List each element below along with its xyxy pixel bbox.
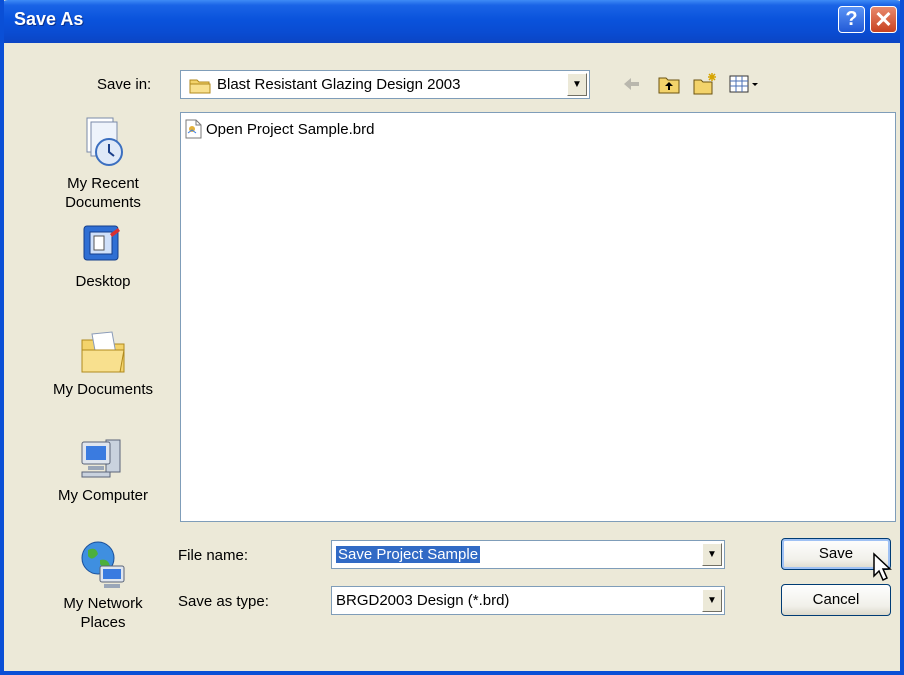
title-bar[interactable]: Save As ? ✕: [4, 0, 900, 43]
view-menu-icon[interactable]: [728, 72, 760, 96]
mouse-cursor-icon: [873, 552, 892, 582]
save-as-type-label: Save as type:: [178, 593, 269, 610]
place-label: My Documents: [52, 381, 154, 398]
chevron-down-icon[interactable]: ▼: [702, 543, 722, 566]
list-item[interactable]: Open Project Sample.brd: [185, 119, 374, 139]
close-button[interactable]: ✕: [870, 6, 897, 33]
new-folder-icon[interactable]: [692, 72, 718, 96]
place-my-documents[interactable]: My Documents: [40, 328, 166, 399]
place-my-computer[interactable]: My Computer: [40, 434, 166, 505]
cancel-button[interactable]: Cancel: [781, 584, 891, 616]
file-name: Open Project Sample.brd: [206, 120, 375, 138]
chevron-down-icon[interactable]: ▼: [567, 73, 587, 96]
back-arrow-icon[interactable]: [620, 72, 642, 96]
place-recent-documents[interactable]: My Recent Documents: [40, 114, 166, 212]
save-as-dialog: Save As ? ✕ Save in: Blast Resistant Gla…: [0, 0, 904, 675]
network-places-icon: [81, 541, 125, 588]
file-name-value: Save Project Sample: [336, 546, 481, 563]
save-as-type-select[interactable]: BRGD2003 Design (*.brd) ▼: [331, 586, 725, 615]
folder-icon: [189, 77, 211, 99]
place-label: My Computer: [57, 487, 149, 504]
save-in-combo[interactable]: Blast Resistant Glazing Design 2003 ▼: [180, 70, 590, 99]
recent-documents-icon: [86, 117, 123, 166]
file-name-label: File name:: [178, 547, 249, 564]
brd-file-icon: [185, 119, 202, 139]
save-in-value: Blast Resistant Glazing Design 2003: [217, 76, 461, 93]
save-as-type-value: BRGD2003 Design (*.brd): [336, 592, 510, 609]
my-computer-icon: [81, 439, 121, 478]
place-desktop[interactable]: Desktop: [40, 222, 166, 291]
place-label: Documents: [65, 194, 141, 211]
dialog-title: Save As: [14, 9, 84, 29]
desktop-icon: [83, 225, 120, 261]
chevron-down-icon[interactable]: ▼: [702, 589, 722, 612]
file-list[interactable]: Open Project Sample.brd: [180, 112, 896, 522]
help-button[interactable]: ?: [838, 6, 865, 33]
place-label: My Recent: [67, 175, 139, 192]
place-label: My Network: [63, 595, 143, 612]
place-label: Desktop: [75, 273, 131, 290]
place-network-places[interactable]: My Network Places: [40, 538, 166, 632]
my-documents-icon: [81, 331, 125, 373]
save-in-label: Save in:: [97, 76, 152, 93]
place-label: Places: [80, 614, 126, 631]
up-folder-icon[interactable]: [657, 72, 681, 96]
file-name-field[interactable]: Save Project Sample ▼: [331, 540, 725, 569]
